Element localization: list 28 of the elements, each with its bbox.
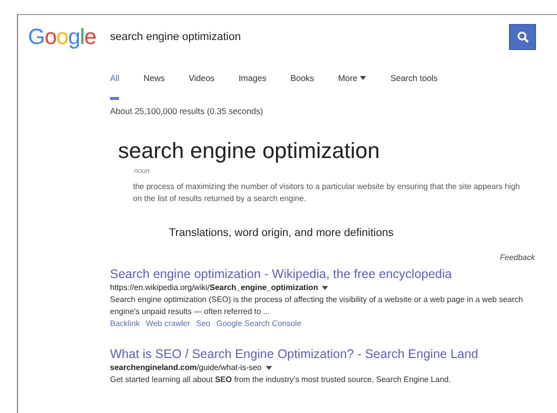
caret-icon xyxy=(266,366,272,370)
search-icon xyxy=(516,31,528,43)
sitelink[interactable]: Web crawler xyxy=(146,318,190,330)
caret-icon xyxy=(322,286,328,290)
result-url: searchengineland.com/guide/what-is-seo xyxy=(110,362,262,374)
search-tab[interactable]: Search tools xyxy=(390,73,438,100)
sitelink[interactable]: Seo xyxy=(196,318,210,330)
search-field[interactable]: search engine optimization xyxy=(110,31,509,43)
search-tab[interactable]: News xyxy=(143,73,165,100)
more-definitions-link[interactable]: Translations, word origin, and more definitions xyxy=(18,205,557,239)
search-tab[interactable]: Images xyxy=(238,73,266,100)
definition-text: the process of maximizing the number of visitors to a particular website by ensuring that the site appears high on the list of results returned by a search engine. xyxy=(132,181,521,205)
sitelink[interactable]: Google Search Console xyxy=(216,318,302,330)
sitelink[interactable]: Backlink xyxy=(110,318,140,330)
logo[interactable]: Google xyxy=(28,24,110,50)
search-button[interactable] xyxy=(509,24,536,50)
search-tab[interactable]: Books xyxy=(290,73,314,100)
result-title[interactable]: Search engine optimization - Wikipedia, the free encyclopedia xyxy=(110,266,537,282)
result-title[interactable]: What is SEO / Search Engine Optimization? - Search Engine Land xyxy=(110,346,537,362)
feedback-link[interactable]: Feedback xyxy=(18,239,557,262)
result-snippet: Search engine optimization (SEO) is the process of affecting the visibility of a website or a web page in a web search engine's unpaid results — often referred to ... xyxy=(110,294,524,318)
definition-term: search engine optimization xyxy=(117,137,381,164)
result-url: https://en.wikipedia.org/wiki/Search_engine_optimization xyxy=(110,282,318,294)
result-stats: About 25,100,000 results (0.35 seconds) xyxy=(109,105,264,116)
search-tab[interactable]: Videos xyxy=(188,73,215,100)
search-tab[interactable]: All xyxy=(110,73,120,100)
search-tab[interactable]: More xyxy=(338,73,366,100)
result-snippet: Get started learning all about SEO from the industry's most trusted source, Search Engine Land. xyxy=(110,374,452,386)
